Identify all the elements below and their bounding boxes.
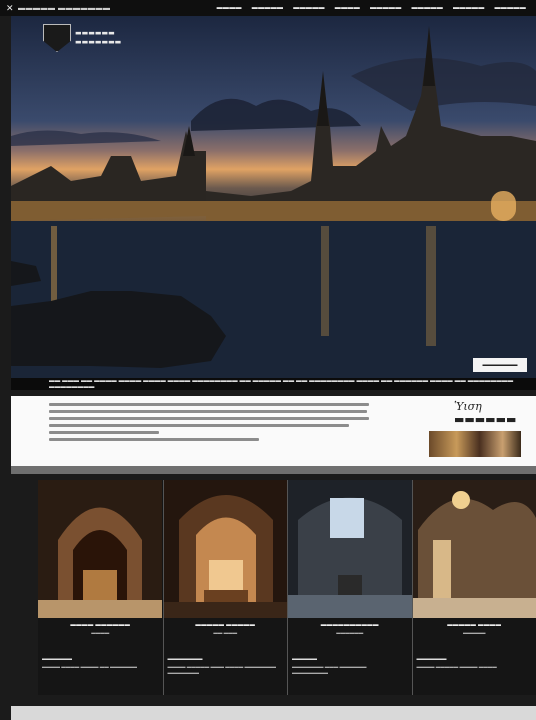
card-title: ▬▬▬▬ ▬▬▬▬▬▬: [70, 622, 131, 628]
gallery-card[interactable]: ▬▬▬▬ ▬▬▬▬▬▬ ▬▬▬▬ ▬▬▬▬▬▬ ▬▬▬▬ ▬▬▬▬ ▬▬▬▬ ▬…: [38, 480, 163, 695]
nav-item-1[interactable]: ▬▬▬▬: [217, 5, 242, 11]
top-navigation-bar: ✕ ▬▬▬▬▬ ▬▬▬▬▬▬▬ ▬▬▬▬ ▬▬▬▬▬ ▬▬▬▬▬ ▬▬▬▬ ▬▬…: [0, 0, 536, 16]
logo-line-2: ▬▬▬▬▬▬▬: [75, 38, 122, 46]
card-desc: ▬▬▬▬ ▬▬▬▬▬ ▬▬▬▬ ▬▬▬▬: [416, 664, 497, 669]
intro-thumbnail[interactable]: [429, 431, 521, 457]
site-logo[interactable]: ▬▬▬▬▬▬ ▬▬▬▬▬▬▬: [43, 24, 121, 52]
card-subtitle: ▬▬▬▬▬: [463, 630, 486, 635]
intro-section: Ὑιση ▬▬▬▬▬▬: [11, 396, 536, 466]
gallery-card[interactable]: ▬▬▬▬▬▬▬▬▬▬ ▬▬▬▬▬▬ ▬▬▬▬▬ ▬▬▬▬▬▬▬ ▬▬▬ ▬▬▬▬…: [287, 480, 412, 695]
card-title: ▬▬▬▬▬ ▬▬▬▬: [447, 622, 502, 628]
card-desc: ▬▬▬▬▬▬▬ ▬▬▬ ▬▬▬▬▬▬ ▬▬▬▬▬▬▬▬: [292, 664, 367, 675]
nav-item-2[interactable]: ▬▬▬▬▬: [252, 5, 284, 11]
logo-line-1: ▬▬▬▬▬▬: [75, 29, 115, 37]
card-subtitle: ▬▬ ▬▬▬: [213, 630, 238, 635]
nav-item-5[interactable]: ▬▬▬▬▬: [370, 5, 402, 11]
gallery-image: [163, 480, 287, 618]
card-desc-title: ▬▬▬▬▬: [292, 656, 317, 662]
gallery-image: [38, 480, 163, 618]
card-subtitle: ▬▬▬▬: [91, 630, 110, 635]
nav-item-4[interactable]: ▬▬▬▬: [335, 5, 360, 11]
gallery-grid: ▬▬▬▬ ▬▬▬▬▬▬ ▬▬▬▬ ▬▬▬▬▬▬ ▬▬▬▬ ▬▬▬▬ ▬▬▬▬ ▬…: [38, 480, 536, 695]
footer-bar: [11, 706, 536, 720]
card-subtitle: ▬▬▬▬▬▬: [336, 630, 364, 635]
hero-caption: ▬▬ ▬▬▬ ▬▬ ▬▬▬▬ ▬▬▬▬ ▬▬▬▬ ▬▬▬▬ ▬▬▬▬▬▬▬▬ ▬…: [11, 378, 536, 390]
card-desc-title: ▬▬▬▬▬▬: [42, 656, 72, 662]
crest-icon: [43, 24, 71, 52]
nav-item-8[interactable]: ▬▬▬▬▬: [495, 5, 527, 11]
gallery-card[interactable]: ▬▬▬▬▬ ▬▬▬▬▬ ▬▬ ▬▬▬ ▬▬▬▬▬▬▬ ▬▬▬▬ ▬▬▬▬▬ ▬▬…: [162, 480, 287, 695]
card-desc-title: ▬▬▬▬▬▬: [416, 656, 447, 662]
nav-item-7[interactable]: ▬▬▬▬▬: [453, 5, 485, 11]
card-desc: ▬▬▬▬ ▬▬▬▬ ▬▬▬▬ ▬▬ ▬▬▬▬▬▬: [42, 664, 138, 669]
site-name[interactable]: ▬▬▬▬▬ ▬▬▬▬▬▬▬: [18, 5, 110, 12]
intro-text-block: [49, 403, 369, 445]
hero-cta-button[interactable]: ▬▬▬▬▬▬▬: [473, 358, 527, 372]
nav-item-6[interactable]: ▬▬▬▬▬: [412, 5, 444, 11]
card-title: ▬▬▬▬▬ ▬▬▬▬▬: [195, 622, 256, 628]
intro-title: Ὑιση ▬▬▬▬▬▬: [454, 400, 517, 426]
card-desc: ▬▬▬▬ ▬▬▬▬▬ ▬▬▬ ▬▬▬▬ ▬▬▬▬▬▬▬ ▬▬▬▬▬▬▬: [167, 664, 277, 675]
gallery-image: [412, 480, 536, 618]
gallery-image: [288, 480, 412, 618]
section-divider: [11, 466, 536, 474]
gallery-card[interactable]: ▬▬▬▬▬ ▬▬▬▬ ▬▬▬▬▬ ▬▬▬▬▬▬ ▬▬▬▬ ▬▬▬▬▬ ▬▬▬▬ …: [411, 480, 536, 695]
castle-lake-scene: [11, 26, 536, 378]
main-nav: ▬▬▬▬ ▬▬▬▬▬ ▬▬▬▬▬ ▬▬▬▬ ▬▬▬▬▬ ▬▬▬▬▬ ▬▬▬▬▬ …: [217, 5, 526, 11]
card-desc-title: ▬▬▬▬▬▬▬: [167, 656, 203, 662]
hero-banner: ▬▬▬▬▬▬ ▬▬▬▬▬▬▬ ▬▬▬▬▬▬▬ ▬▬ ▬▬▬ ▬▬ ▬▬▬▬ ▬▬…: [11, 16, 536, 390]
card-title: ▬▬▬▬▬▬▬▬▬▬: [320, 622, 379, 628]
nav-item-3[interactable]: ▬▬▬▬▬: [293, 5, 325, 11]
close-icon[interactable]: ✕: [6, 3, 18, 14]
